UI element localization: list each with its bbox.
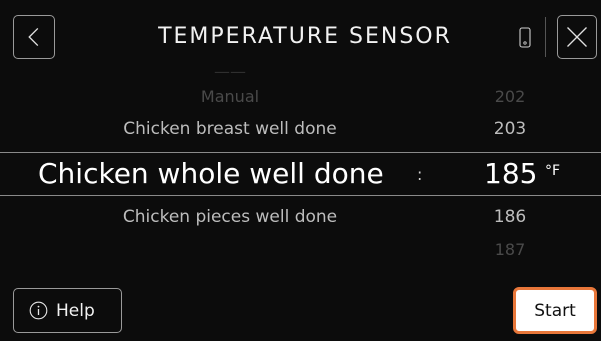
header-divider bbox=[545, 17, 546, 57]
program-picker[interactable]: —— Manual 202 Chicken breast well done 2… bbox=[0, 62, 601, 272]
start-button[interactable]: Start bbox=[513, 287, 597, 334]
picker-row-value[interactable]: 187 bbox=[455, 240, 565, 259]
phone-icon bbox=[519, 27, 531, 48]
picker-row-value[interactable]: 203 bbox=[455, 119, 565, 139]
selected-program-name[interactable]: Chicken whole well done bbox=[38, 157, 384, 190]
selected-separator: : bbox=[417, 165, 423, 184]
picker-row-faint-top: —— bbox=[214, 62, 246, 81]
close-button[interactable] bbox=[557, 15, 597, 59]
picker-row-name[interactable]: Manual bbox=[40, 87, 420, 106]
close-icon bbox=[567, 27, 587, 47]
picker-row-name[interactable]: Chicken pieces well done bbox=[40, 207, 420, 227]
picker-row-value[interactable]: 186 bbox=[455, 207, 565, 227]
chevron-left-icon bbox=[28, 27, 39, 47]
picker-row-name[interactable]: Chicken breast well done bbox=[40, 119, 420, 139]
temperature-unit: °F bbox=[545, 163, 561, 179]
selected-temperature-value[interactable]: 185 bbox=[484, 157, 537, 190]
temperature-sensor-screen: TEMPERATURE SENSOR —— Manual 202 Chicken… bbox=[0, 0, 601, 341]
info-circle-icon bbox=[29, 301, 48, 320]
back-button[interactable] bbox=[13, 15, 55, 59]
help-button[interactable]: Help bbox=[13, 288, 122, 333]
picker-row-value[interactable]: 202 bbox=[455, 87, 565, 106]
help-label: Help bbox=[56, 300, 95, 321]
page-title: TEMPERATURE SENSOR bbox=[158, 24, 452, 49]
